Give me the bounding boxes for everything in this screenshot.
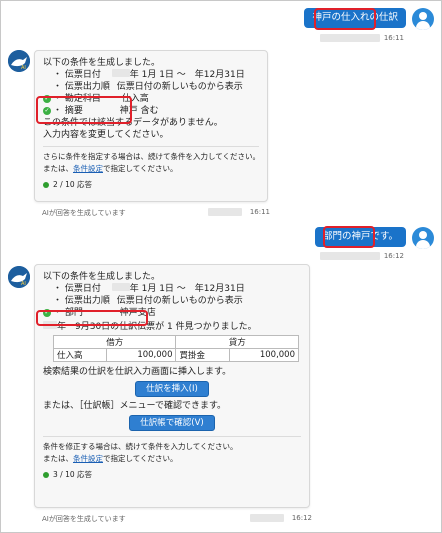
intro-text: 以下の条件を生成しました。 xyxy=(43,58,161,68)
footer-text: さらに条件を指定する場合は、続けて条件を入力してください。 xyxy=(43,152,261,161)
value: 伝票日付の新しいものから表示 xyxy=(116,82,243,92)
redacted-name xyxy=(319,252,380,260)
bot-status: AIが回答を生成しています xyxy=(42,515,126,523)
intro-text: 以下の条件を生成しました。 xyxy=(43,272,161,282)
condition-settings-link[interactable]: 条件設定 xyxy=(73,164,103,173)
bot-status: AIが回答を生成しています xyxy=(42,209,126,217)
debit-account: 仕入高 xyxy=(52,348,108,362)
condition-order: ・ 伝票出力順 伝票日付の新しいものから表示 xyxy=(43,295,301,307)
or-message: または、［仕訳帳］メニューで確認できます。 xyxy=(43,401,227,411)
user-time-2: 16:12 xyxy=(383,252,404,260)
credit-header: 貸方 xyxy=(175,335,299,349)
label: ・ 伝票出力順 xyxy=(53,82,110,92)
redacted-year xyxy=(111,283,130,291)
label: ・ 伝票日付 xyxy=(53,70,101,80)
text: または、 xyxy=(43,454,73,463)
highlight-box-user-1 xyxy=(314,8,376,30)
user-meta-2: 16:12 xyxy=(319,252,404,260)
bot-avatar-icon: AI xyxy=(8,50,30,72)
status-dot-icon xyxy=(43,472,49,478)
confirm-journal-button[interactable]: 仕訳帳で確認(V) xyxy=(129,415,215,431)
status-dot-icon xyxy=(43,182,49,188)
bot-meta-2: AIが回答を生成しています 16:12 xyxy=(42,514,312,524)
divider xyxy=(43,436,301,437)
user-time-1: 16:11 xyxy=(383,34,404,42)
count-text: 3 / 10 応答 xyxy=(53,470,92,479)
bot-response-2: 以下の条件を生成しました。 ・ 伝票日付 年 1月 1日 ～ 年12月31日 ・… xyxy=(34,264,310,508)
footer-text-2: または、条件設定で指定してください。 xyxy=(43,163,259,175)
text: で指定してください。 xyxy=(103,164,178,173)
divider xyxy=(43,146,259,147)
redacted-name xyxy=(250,514,284,522)
value: 伝票日付の新しいものから表示 xyxy=(116,296,243,306)
redacted-name xyxy=(208,208,242,216)
bot-meta-1: AIが回答を生成しています 16:11 xyxy=(42,208,270,218)
condition-order: ・ 伝票出力順 伝票日付の新しいものから表示 xyxy=(43,81,259,93)
footer-text-2: または、条件設定で指定してください。 xyxy=(43,453,301,465)
condition-date: ・ 伝票日付 年 1月 1日 ～ 年12月31日 xyxy=(43,283,301,295)
label: ・ 伝票出力順 xyxy=(53,296,110,306)
user-meta-1: 16:11 xyxy=(319,34,404,42)
table-row: 仕入高 100,000 買掛金 100,000 xyxy=(52,348,300,362)
insert-journal-button[interactable]: 仕訳を挿入(I) xyxy=(135,381,209,397)
highlight-box-conditions-2 xyxy=(36,310,148,326)
condition-date: ・ 伝票日付 年 1月 1日 ～ 年12月31日 xyxy=(43,69,259,81)
label: ・ 伝票日付 xyxy=(53,284,101,294)
redacted-year xyxy=(111,69,130,77)
count-text: 2 / 10 応答 xyxy=(53,180,92,189)
debit-amount: 100,000 xyxy=(106,348,177,362)
redacted-name xyxy=(319,34,380,42)
text: で指定してください。 xyxy=(103,454,178,463)
table-header-row: 借方 貸方 xyxy=(52,335,299,349)
credit-amount: 100,000 xyxy=(228,348,300,362)
credit-account: 買掛金 xyxy=(175,348,230,362)
value: 年 1月 1日 ～ 年12月31日 xyxy=(129,70,245,80)
user-avatar-icon xyxy=(412,227,434,249)
highlight-box-user-2 xyxy=(323,226,375,248)
no-data-text-2: 入力内容を変更してください。 xyxy=(43,130,169,140)
response-count: 3 / 10 応答 xyxy=(43,469,301,481)
debit-header: 借方 xyxy=(52,335,177,349)
condition-settings-link[interactable]: 条件設定 xyxy=(73,454,103,463)
journal-table: 借方 貸方 仕入高 100,000 買掛金 100,000 xyxy=(52,335,300,362)
user-avatar-icon xyxy=(412,8,434,30)
bot-avatar-icon: AI xyxy=(8,266,30,288)
insert-message: 検索結果の仕訳を仕訳入力画面に挿入します。 xyxy=(43,367,232,377)
svg-text:AI: AI xyxy=(21,281,26,287)
bot-time-2: 16:12 xyxy=(291,514,312,522)
text: または、 xyxy=(43,164,73,173)
footer-text: 条件を修正する場合は、続けて条件を入力してください。 xyxy=(43,442,238,451)
highlight-box-conditions-1 xyxy=(36,96,132,124)
response-count: 2 / 10 応答 xyxy=(43,179,259,191)
svg-text:AI: AI xyxy=(21,65,26,71)
value: 年 1月 1日 ～ 年12月31日 xyxy=(129,284,245,294)
bot-time-1: 16:11 xyxy=(249,208,270,216)
bot-response-1: 以下の条件を生成しました。 ・ 伝票日付 年 1月 1日 ～ 年12月31日 ・… xyxy=(34,50,268,202)
